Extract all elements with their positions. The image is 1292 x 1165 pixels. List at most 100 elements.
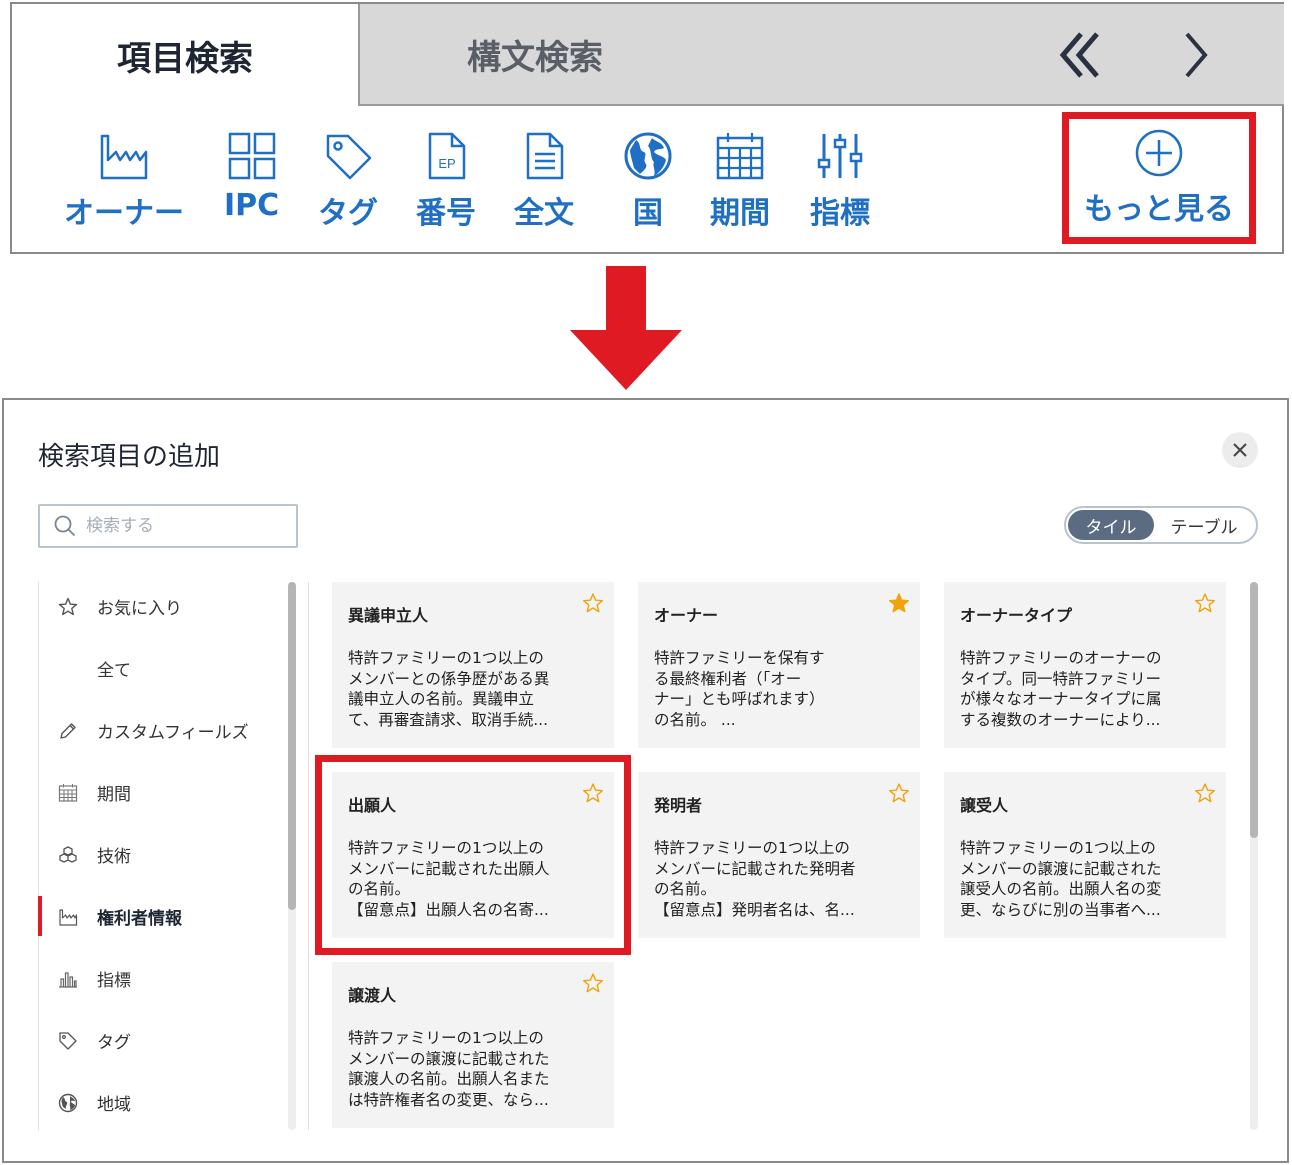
tool-period-label: 期間: [710, 196, 770, 231]
search-icon: [54, 515, 76, 537]
svg-text:EP: EP: [438, 156, 455, 171]
toggle-tile[interactable]: タイル: [1068, 510, 1154, 540]
sidebar-item-region[interactable]: 地域: [39, 1082, 279, 1122]
card-description: 特許ファミリーの1つ以上の メンバーに記載された発明者 の名前。 【留意点】発明…: [654, 839, 856, 919]
tool-country[interactable]: 国: [622, 130, 674, 232]
field-card-assignee[interactable]: 譲受人 特許ファミリーの1つ以上の メンバーの譲渡に記載された 譲受人の名前。出…: [944, 772, 1226, 938]
divider: [308, 582, 309, 1130]
star-outline-icon[interactable]: [582, 592, 604, 614]
star-outline-icon[interactable]: [1194, 782, 1216, 804]
sidebar-item-indicator[interactable]: 指標: [39, 958, 279, 998]
field-card-inventor[interactable]: 発明者 特許ファミリーの1つ以上の メンバーに記載された発明者 の名前。 【留意…: [638, 772, 920, 938]
card-title: オーナー: [654, 606, 719, 625]
sidebar-item-label: 技術: [97, 846, 131, 867]
tool-tag[interactable]: タグ: [318, 130, 378, 232]
globe-icon: [57, 1092, 79, 1114]
factory-icon: [57, 906, 79, 928]
grid-icon: [228, 132, 275, 180]
pencil-icon: [57, 720, 79, 742]
tool-ipc-label: IPC: [224, 188, 280, 223]
see-more-button[interactable]: もっと見る: [1062, 112, 1256, 244]
search-toolbar-panel: 項目検索 構文検索 オーナー IPC タグ EP 番号 全文 国 期間 指標 も…: [10, 2, 1284, 254]
card-title: 出願人: [348, 796, 397, 815]
sidebar-item-technology[interactable]: 技術: [39, 834, 279, 874]
cards-scrollbar[interactable]: [1250, 582, 1258, 838]
sidebar-item-label: カスタムフィールズ: [97, 722, 249, 743]
tool-indicator-label: 指標: [810, 196, 870, 231]
sidebar-item-label: 指標: [97, 970, 131, 991]
toggle-table[interactable]: テーブル: [1154, 510, 1254, 540]
globe-icon: [624, 132, 672, 180]
star-outline-icon[interactable]: [1194, 592, 1216, 614]
tool-period[interactable]: 期間: [710, 130, 770, 232]
card-title: オーナータイプ: [960, 606, 1073, 625]
document-icon: [526, 132, 564, 180]
sidebar-item-label: タグ: [97, 1032, 131, 1053]
star-outline-icon[interactable]: [582, 972, 604, 994]
tool-fulltext-label: 全文: [514, 196, 574, 231]
add-search-field-dialog: 検索項目の追加 タイル テーブル お気に入り 全て カスタムフィールズ 期間 技…: [2, 398, 1289, 1163]
tool-owner[interactable]: オーナー: [64, 130, 184, 232]
calendar-icon: [57, 782, 79, 804]
tool-number-label: 番号: [416, 196, 476, 231]
card-title: 異議申立人: [348, 606, 429, 625]
card-title: 譲渡人: [348, 986, 397, 1005]
field-card-owner[interactable]: オーナー 特許ファミリーを保有す る最終権利者（「オー ナー」とも呼ばれます） …: [638, 582, 920, 748]
card-title: 発明者: [654, 796, 703, 815]
close-button[interactable]: [1222, 432, 1258, 468]
card-description: 特許ファミリーの1つ以上の メンバーとの係争歴がある異 議申立人の名前。異議申立…: [348, 649, 550, 729]
sidebar-item-label: お気に入り: [97, 598, 182, 619]
tool-country-label: 国: [633, 196, 663, 231]
tab-item-search[interactable]: 項目検索: [12, 4, 360, 106]
tool-indicator[interactable]: 指標: [810, 130, 870, 232]
tag-icon: [57, 1030, 79, 1052]
star-outline-icon[interactable]: [888, 782, 910, 804]
sidebar-item-label: 権利者情報: [97, 908, 182, 929]
search-box: [38, 504, 298, 548]
tool-owner-label: オーナー: [64, 196, 184, 231]
search-input[interactable]: [86, 516, 266, 536]
tab-syntax-search[interactable]: 構文検索: [360, 4, 710, 104]
tool-tag-label: タグ: [318, 196, 378, 231]
card-description: 特許ファミリーの1つ以上の メンバーに記載された出願人 の名前。 【留意点】出願…: [348, 839, 550, 919]
factory-icon: [100, 134, 148, 180]
plus-circle-icon: [1135, 129, 1183, 177]
sidebar-item-owner-info[interactable]: 権利者情報: [38, 896, 279, 936]
sidebar-item-label: 全て: [97, 660, 131, 681]
bar-chart-icon: [57, 968, 79, 990]
tag-icon: [326, 134, 372, 180]
double-chevron-left-icon[interactable]: [1050, 22, 1110, 88]
dialog-title: 検索項目の追加: [38, 442, 221, 472]
sidebar-item-label: 期間: [97, 784, 131, 805]
tool-number[interactable]: EP 番号: [416, 130, 476, 232]
field-card-assignor[interactable]: 譲渡人 特許ファミリーの1つ以上の メンバーの譲渡に記載された 譲渡人の名前。出…: [332, 962, 614, 1128]
down-arrow-icon: [570, 266, 682, 390]
sliders-icon: [817, 134, 863, 178]
card-title: 譲受人: [960, 796, 1009, 815]
calendar-icon: [716, 133, 764, 180]
close-icon: [1233, 443, 1247, 457]
card-description: 特許ファミリーを保有す る最終権利者（「オー ナー」とも呼ばれます） の名前。 …: [654, 649, 825, 729]
chevron-right-icon[interactable]: [1166, 22, 1226, 88]
card-description: 特許ファミリーのオーナーの タイプ。同一特許ファミリー が様々なオーナータイプに…: [960, 649, 1162, 729]
tab-bar-background: 構文検索: [360, 4, 1284, 106]
tool-ipc[interactable]: IPC: [224, 130, 279, 223]
sidebar-item-favorites[interactable]: お気に入り: [39, 586, 279, 626]
star-outline-icon[interactable]: [582, 782, 604, 804]
see-more-label: もっと見る: [1084, 192, 1234, 227]
field-card-applicant[interactable]: 出願人 特許ファミリーの1つ以上の メンバーに記載された出願人 の名前。 【留意…: [315, 755, 631, 955]
sidebar-item-tag[interactable]: タグ: [39, 1020, 279, 1060]
star-outline-icon: [57, 596, 79, 618]
ep-document-icon: EP: [428, 132, 466, 180]
sidebar-scrollbar[interactable]: [288, 582, 296, 910]
sidebar-item-label: 地域: [97, 1094, 131, 1115]
sidebar-item-custom-fields[interactable]: カスタムフィールズ: [39, 710, 279, 750]
sidebar-item-all[interactable]: 全て: [39, 648, 279, 688]
card-description: 特許ファミリーの1つ以上の メンバーの譲渡に記載された 譲渡人の名前。出願人名ま…: [348, 1029, 550, 1109]
field-card-opponent[interactable]: 異議申立人 特許ファミリーの1つ以上の メンバーとの係争歴がある異 議申立人の名…: [332, 582, 614, 748]
star-filled-icon[interactable]: [888, 592, 910, 614]
sidebar-item-period[interactable]: 期間: [39, 772, 279, 812]
card-description: 特許ファミリーの1つ以上の メンバーの譲渡に記載された 譲受人の名前。出願人名の…: [960, 839, 1162, 919]
field-card-owner-type[interactable]: オーナータイプ 特許ファミリーのオーナーの タイプ。同一特許ファミリー が様々な…: [944, 582, 1226, 748]
tool-fulltext[interactable]: 全文: [514, 130, 574, 232]
